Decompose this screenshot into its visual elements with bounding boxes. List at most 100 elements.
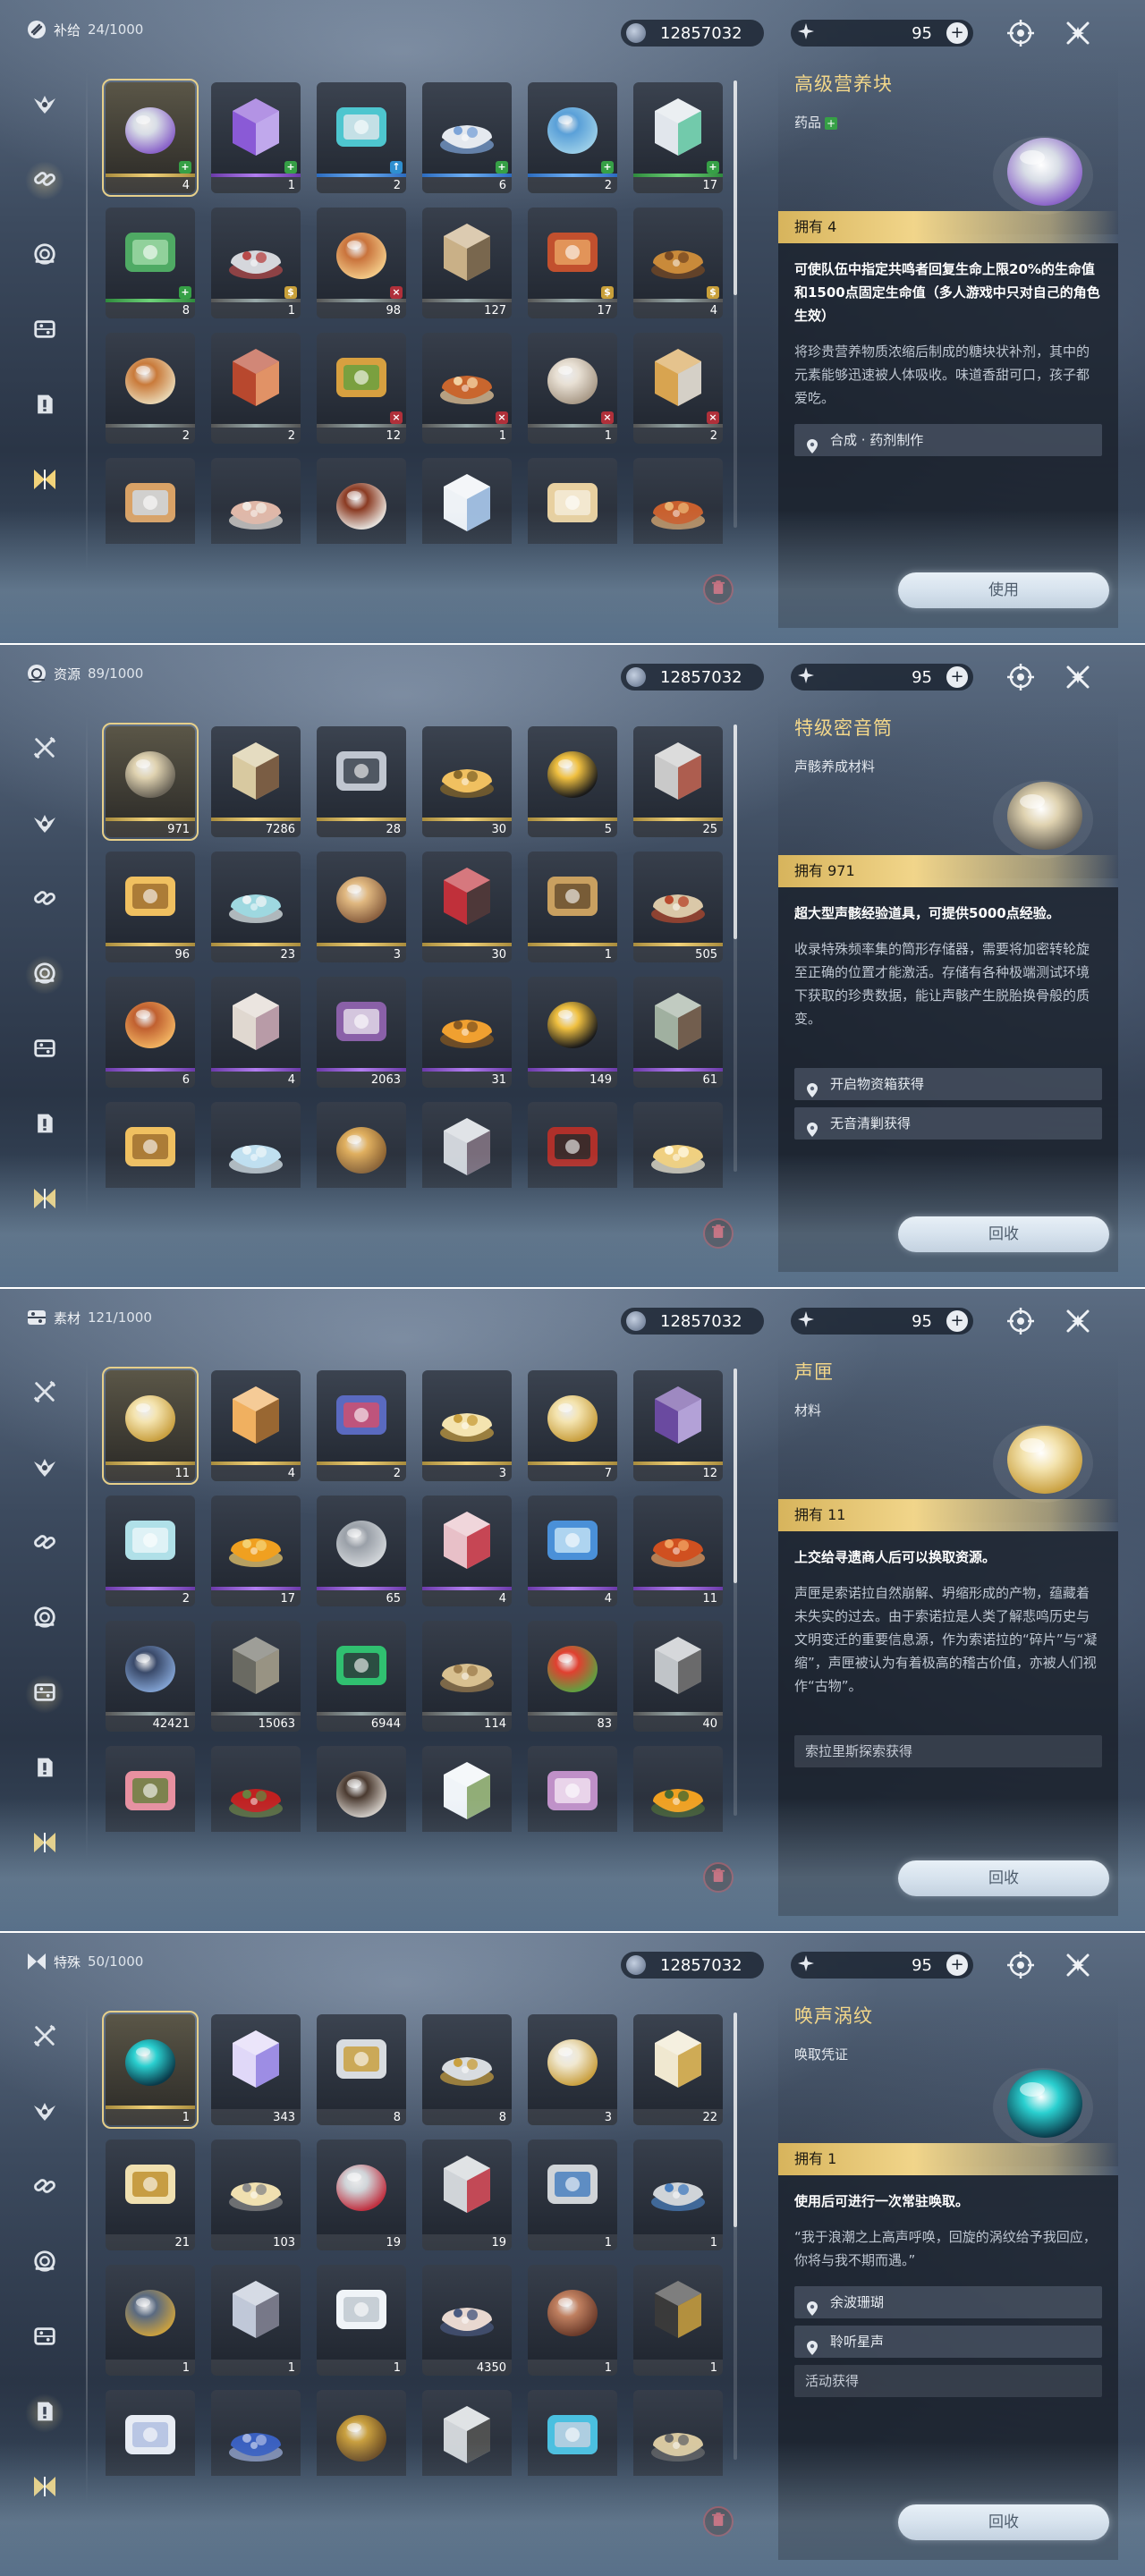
target-icon[interactable] xyxy=(1005,1306,1036,1336)
source-link[interactable]: 合成 · 药剂制作 xyxy=(794,424,1102,456)
sidebar-tab-material[interactable] xyxy=(25,1030,64,1070)
item-slot[interactable]: 31 xyxy=(422,977,512,1088)
item-slot[interactable] xyxy=(528,1746,617,1832)
scrollbar-thumb[interactable] xyxy=(734,724,737,939)
target-icon[interactable] xyxy=(1005,1950,1036,1980)
item-slot[interactable]: 1 xyxy=(528,2140,617,2250)
item-slot[interactable]: 4 xyxy=(422,1496,512,1606)
sidebar-tab-chain[interactable] xyxy=(25,161,64,200)
add-energy-button[interactable]: + xyxy=(946,1954,968,1976)
source-link[interactable]: 开启物资箱获得 xyxy=(794,1068,1102,1100)
item-slot[interactable]: 6944 xyxy=(317,1621,406,1732)
target-icon[interactable] xyxy=(1005,18,1036,48)
sidebar-tab-document[interactable] xyxy=(25,1750,64,1789)
item-slot[interactable]: 11 xyxy=(633,1496,723,1606)
sidebar-tab-material[interactable] xyxy=(25,1674,64,1714)
use-button[interactable]: 使用 xyxy=(898,572,1109,608)
coin-balance[interactable]: 12857032 xyxy=(621,1308,764,1335)
item-slot[interactable]: 6 xyxy=(106,977,195,1088)
add-energy-button[interactable]: + xyxy=(946,1310,968,1332)
item-slot[interactable]: ↑ 2 xyxy=(317,82,406,193)
scrollbar-thumb[interactable] xyxy=(734,2012,737,2227)
item-slot[interactable]: 2 xyxy=(106,1496,195,1606)
item-slot[interactable] xyxy=(422,2390,512,2476)
add-energy-button[interactable]: + xyxy=(946,666,968,688)
item-slot[interactable] xyxy=(528,2390,617,2476)
item-slot[interactable]: 11 xyxy=(102,1367,199,1485)
item-slot[interactable]: × 1 xyxy=(528,333,617,444)
item-slot[interactable]: 3 xyxy=(317,852,406,962)
item-slot[interactable]: 103 xyxy=(211,2140,301,2250)
scrollbar-thumb[interactable] xyxy=(734,80,737,295)
discard-button[interactable] xyxy=(703,2506,734,2537)
item-slot[interactable]: 1 xyxy=(211,2265,301,2376)
item-slot[interactable]: 15063 xyxy=(211,1621,301,1732)
sidebar-tab-crossed-swords[interactable] xyxy=(25,1374,64,1413)
item-slot[interactable]: 343 xyxy=(211,2014,301,2125)
close-icon[interactable] xyxy=(1063,1306,1093,1336)
item-slot[interactable]: 19 xyxy=(317,2140,406,2250)
item-slot[interactable]: 1 xyxy=(633,2140,723,2250)
item-slot[interactable]: 17 xyxy=(211,1496,301,1606)
item-slot[interactable] xyxy=(211,458,301,544)
item-slot[interactable]: 30 xyxy=(422,726,512,837)
item-slot[interactable]: 3 xyxy=(422,1370,512,1481)
sidebar-tab-echo[interactable] xyxy=(25,236,64,275)
item-slot[interactable]: 127 xyxy=(422,208,512,318)
item-slot[interactable] xyxy=(106,1102,195,1188)
item-slot[interactable]: +1 xyxy=(211,82,301,193)
item-slot[interactable]: 2 xyxy=(106,333,195,444)
item-slot[interactable]: 114 xyxy=(422,1621,512,1732)
item-slot[interactable]: 19 xyxy=(422,2140,512,2250)
item-slot[interactable] xyxy=(528,458,617,544)
item-slot[interactable]: 42421 xyxy=(106,1621,195,1732)
item-slot[interactable] xyxy=(422,1102,512,1188)
item-slot[interactable]: 61 xyxy=(633,977,723,1088)
item-slot[interactable]: 1 xyxy=(106,2265,195,2376)
item-slot[interactable]: $17 xyxy=(528,208,617,318)
item-slot[interactable] xyxy=(633,1746,723,1832)
item-slot[interactable]: × 12 xyxy=(317,333,406,444)
sidebar-tab-material[interactable] xyxy=(25,311,64,351)
item-slot[interactable]: 1 xyxy=(102,2011,199,2129)
item-slot[interactable] xyxy=(211,1102,301,1188)
item-slot[interactable] xyxy=(528,1102,617,1188)
item-slot[interactable]: 2063 xyxy=(317,977,406,1088)
sidebar-tab-chain[interactable] xyxy=(25,880,64,919)
item-slot[interactable]: × 1 xyxy=(422,333,512,444)
item-slot[interactable] xyxy=(106,2390,195,2476)
recycle-button[interactable]: 回收 xyxy=(898,2504,1109,2540)
item-slot[interactable]: 30 xyxy=(422,852,512,962)
item-slot[interactable]: 23 xyxy=(211,852,301,962)
sidebar-tab-document[interactable] xyxy=(25,1106,64,1145)
item-slot[interactable]: 65 xyxy=(317,1496,406,1606)
item-slot[interactable] xyxy=(633,2390,723,2476)
coin-balance[interactable]: 12857032 xyxy=(621,20,764,47)
source-link[interactable]: 无音清剿获得 xyxy=(794,1107,1102,1140)
item-slot[interactable]: 7286 xyxy=(211,726,301,837)
item-slot[interactable] xyxy=(422,1746,512,1832)
target-icon[interactable] xyxy=(1005,662,1036,692)
close-icon[interactable] xyxy=(1063,1950,1093,1980)
item-slot[interactable]: 971 xyxy=(102,723,199,841)
scrollbar-thumb[interactable] xyxy=(734,1368,737,1583)
item-slot[interactable]: 4 xyxy=(211,1370,301,1481)
sidebar-tab-phoenix[interactable] xyxy=(25,805,64,844)
item-slot[interactable] xyxy=(106,458,195,544)
item-slot[interactable]: 83 xyxy=(528,1621,617,1732)
add-energy-button[interactable]: + xyxy=(946,22,968,44)
sidebar-tab-phoenix[interactable] xyxy=(25,2093,64,2132)
item-slot[interactable]: 4 xyxy=(528,1496,617,1606)
recycle-button[interactable]: 回收 xyxy=(898,1216,1109,1252)
item-slot[interactable]: 21 xyxy=(106,2140,195,2250)
item-slot[interactable]: 1 xyxy=(317,2265,406,2376)
close-icon[interactable] xyxy=(1063,662,1093,692)
discard-button[interactable] xyxy=(703,574,734,605)
item-slot[interactable]: +6 xyxy=(422,82,512,193)
item-slot[interactable]: 2 xyxy=(211,333,301,444)
sidebar-tab-chain[interactable] xyxy=(25,1524,64,1563)
item-slot[interactable]: +4 xyxy=(102,79,199,197)
item-slot[interactable]: +17 xyxy=(633,82,723,193)
item-slot[interactable] xyxy=(317,1102,406,1188)
item-slot[interactable]: +8 xyxy=(106,208,195,318)
